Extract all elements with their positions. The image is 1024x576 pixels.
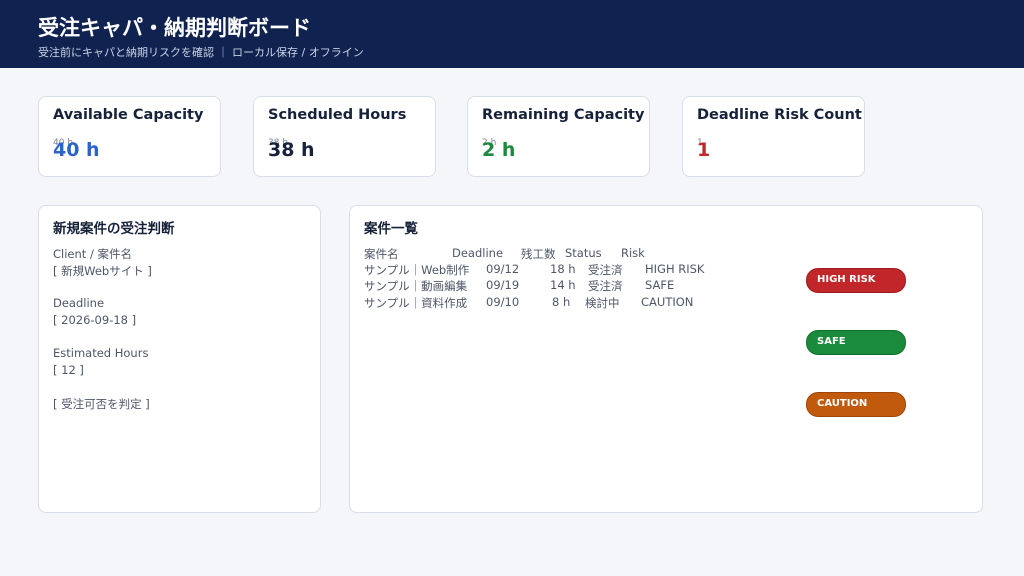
- kpi-value: 38 h: [268, 139, 315, 161]
- kpi-card-available-capacity: Available Capacity 40 h 40 h: [38, 96, 221, 177]
- deadline-input[interactable]: [ 2026-09-18 ]: [53, 313, 136, 327]
- kpi-value: 40 h: [53, 139, 100, 161]
- column-header-risk: Risk: [621, 246, 645, 260]
- cell-hours: 18 h: [550, 262, 576, 276]
- cell-deadline: 09/12: [486, 262, 520, 276]
- new-project-panel: 新規案件の受注判断 Client / 案件名 [ 新規Webサイト ] Dead…: [38, 205, 321, 513]
- cell-risk: SAFE: [645, 278, 675, 292]
- judge-button[interactable]: [ 受注可否を判定 ]: [53, 396, 150, 412]
- column-header-name: 案件名: [364, 247, 399, 261]
- kpi-value: 2 h: [482, 139, 516, 161]
- client-input[interactable]: [ 新規Webサイト ]: [53, 263, 152, 279]
- client-label: Client / 案件名: [53, 247, 132, 261]
- page-title: 受注キャパ・納期判断ボード: [38, 16, 311, 40]
- cell-name: サンプル｜動画編集: [364, 279, 468, 293]
- cell-deadline: 09/19: [486, 278, 520, 292]
- cell-status: 受注済: [588, 279, 623, 293]
- panel-title: 新規案件の受注判断: [53, 221, 175, 237]
- kpi-card-scheduled-hours: Scheduled Hours 38 h 38 h: [253, 96, 436, 177]
- project-list-panel: 案件一覧 案件名 Deadline 残工数 Status Risk サンプル｜W…: [349, 205, 983, 513]
- kpi-title: Remaining Capacity: [482, 107, 645, 123]
- hours-input[interactable]: [ 12 ]: [53, 363, 84, 377]
- page-subtitle: 受注前にキャパと納期リスクを確認 ｜ ローカル保存 / オフライン: [38, 46, 364, 59]
- cell-name: サンプル｜資料作成: [364, 296, 468, 310]
- cell-risk: HIGH RISK: [645, 262, 705, 276]
- cell-hours: 8 h: [552, 295, 571, 309]
- column-header-deadline: Deadline: [452, 246, 504, 260]
- hours-label: Estimated Hours: [53, 346, 149, 360]
- cell-deadline: 09/10: [486, 295, 520, 309]
- kpi-value: 1: [697, 139, 711, 161]
- cell-risk: CAUTION: [641, 295, 694, 309]
- kpi-card-deadline-risk-count: Deadline Risk Count 1 1: [682, 96, 865, 177]
- column-header-status: Status: [565, 246, 602, 260]
- cell-status: 受注済: [588, 263, 623, 277]
- cell-hours: 14 h: [550, 278, 576, 292]
- risk-badge-safe: SAFE: [806, 330, 906, 355]
- kpi-title: Available Capacity: [53, 107, 204, 123]
- kpi-title: Deadline Risk Count: [697, 107, 862, 123]
- kpi-title: Scheduled Hours: [268, 107, 407, 123]
- risk-badge-caution: CAUTION: [806, 392, 906, 417]
- cell-status: 検討中: [585, 296, 620, 310]
- panel-title: 案件一覧: [364, 221, 418, 237]
- deadline-label: Deadline: [53, 296, 105, 310]
- kpi-card-remaining-capacity: Remaining Capacity 2 h 2 h: [467, 96, 650, 177]
- cell-name: サンプル｜Web制作: [364, 263, 470, 277]
- column-header-hours: 残工数: [521, 247, 556, 261]
- app-header: 受注キャパ・納期判断ボード 受注前にキャパと納期リスクを確認 ｜ ローカル保存 …: [0, 0, 1024, 68]
- risk-badge-high-risk: HIGH RISK: [806, 268, 906, 293]
